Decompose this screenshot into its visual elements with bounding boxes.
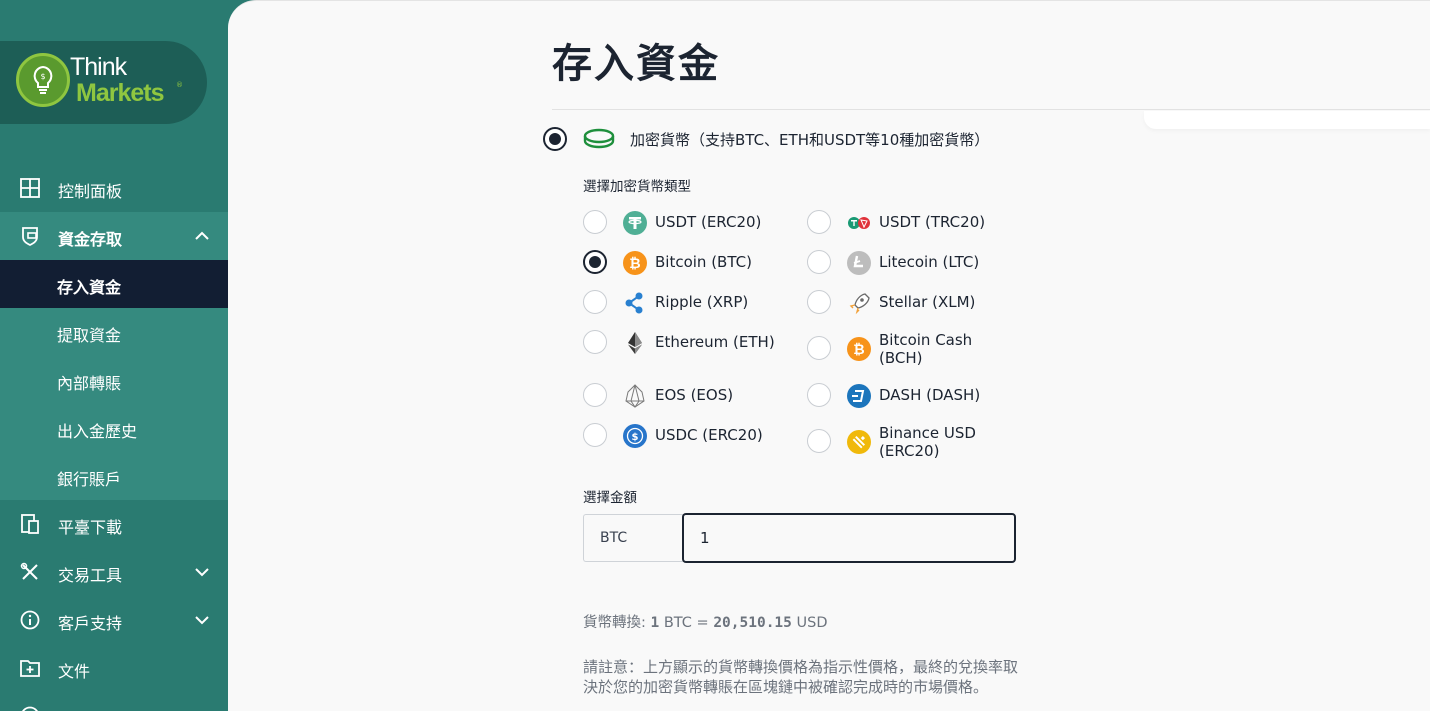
add-document-icon — [20, 660, 40, 677]
sidebar-item-trading-tools[interactable]: 交易工具 — [0, 548, 228, 596]
conversion-amount: 1 — [650, 615, 660, 631]
info-icon — [20, 610, 40, 630]
sidebar-item-logout[interactable]: 登出 — [0, 692, 228, 711]
tether-icon — [623, 211, 647, 235]
chevron-down-icon — [195, 568, 209, 577]
coin-name: USDC (ERC20) — [655, 426, 763, 444]
coin-name: DASH (DASH) — [879, 386, 981, 404]
coin-radio-ltc[interactable] — [807, 250, 831, 274]
logo-text-think: Think — [70, 53, 127, 81]
coin-radio-eos[interactable] — [583, 383, 607, 407]
bitcoin-icon: ₿ — [623, 251, 647, 275]
logo[interactable]: $ Think Markets ® — [0, 41, 207, 124]
wallet-shield-icon — [22, 227, 38, 246]
stellar-rocket-icon — [849, 293, 870, 315]
dash-icon — [847, 384, 871, 408]
usdc-icon: $ — [623, 424, 647, 448]
logo-reg-mark: ® — [176, 81, 183, 89]
sidebar: $ Think Markets ® 控制面板 資金存取 存入資金 提取資金 內部… — [0, 0, 228, 711]
coin-radio-btc[interactable] — [583, 250, 607, 274]
sidebar-item-deposit[interactable]: 存入資金 — [0, 260, 228, 308]
coin-name: Ethereum (ETH) — [655, 333, 775, 351]
dashboard-icon — [20, 178, 40, 198]
coin-name: Stellar (XLM) — [879, 293, 976, 311]
sidebar-item-funds[interactable]: 資金存取 — [0, 212, 228, 260]
sidebar-item-support[interactable]: 客戶支持 — [0, 596, 228, 644]
sidebar-item-label: 存入資金 — [57, 278, 122, 297]
sidebar-item-label: 客戶支持 — [58, 614, 123, 633]
sidebar-item-label: 控制面板 — [58, 182, 123, 201]
coin-radio-busd[interactable] — [807, 429, 831, 453]
sidebar-item-platform-download[interactable]: 平臺下載 — [0, 500, 228, 548]
coin-name: EOS (EOS) — [655, 386, 734, 404]
sidebar-item-label: 出入金歷史 — [57, 422, 138, 441]
tether-tron-icon — [848, 217, 870, 229]
conversion-prefix: 貨幣轉換: — [583, 615, 646, 631]
conversion-to-currency: USD — [796, 615, 828, 631]
card-edge — [1144, 111, 1430, 129]
conversion-line: 貨幣轉換: 1 BTC = 20,510.15 USD — [583, 611, 827, 632]
sidebar-item-label: 提取資金 — [57, 326, 122, 345]
ethereum-icon — [628, 332, 642, 354]
power-icon — [22, 706, 38, 711]
sidebar-item-label: 交易工具 — [58, 566, 123, 585]
conversion-equals: = — [696, 615, 709, 631]
crypto-method-radio[interactable] — [543, 127, 567, 151]
binance-usd-icon — [847, 430, 871, 454]
crypto-method-label: 加密貨幣（支持BTC、ETH和USDT等10種加密貨幣） — [630, 131, 990, 149]
sidebar-item-documents[interactable]: 文件 — [0, 644, 228, 692]
coin-name: USDT (ERC20) — [655, 213, 762, 231]
sidebar-item-internal-transfer[interactable]: 內部轉賬 — [0, 356, 228, 404]
bitcoin-cash-icon: ₿ — [847, 337, 871, 361]
tools-icon — [20, 562, 38, 580]
coin-radio-xrp[interactable] — [583, 290, 607, 314]
sidebar-item-label: 內部轉賬 — [57, 374, 122, 393]
conversion-value: 20,510.15 — [713, 615, 792, 631]
svg-text:$: $ — [40, 72, 45, 81]
chevron-down-icon — [195, 616, 209, 625]
coin-name: Bitcoin Cash (BCH) — [879, 331, 973, 367]
coin-radio-usdt-trc20[interactable] — [807, 210, 831, 234]
rate-disclaimer: 請註意：上方顯示的貨幣轉換價格為指示性價格，最終的兌換率取決於您的加密貨幣轉賬在… — [583, 658, 1019, 696]
coin-name: Bitcoin (BTC) — [655, 253, 752, 271]
sidebar-item-label: 銀行賬戶 — [57, 470, 122, 489]
sidebar-item-history[interactable]: 出入金歷史 — [0, 404, 228, 452]
currency-selector[interactable]: BTC — [583, 514, 685, 562]
sidebar-item-label: 登出 — [58, 706, 90, 711]
coin-name: Binance USD (ERC20) — [879, 424, 976, 460]
devices-icon — [21, 514, 39, 534]
lightbulb-icon: $ — [16, 53, 70, 107]
amount-label: 選擇金額 — [583, 490, 637, 506]
coin-radio-bch[interactable] — [807, 336, 831, 360]
divider — [552, 109, 1430, 110]
sidebar-item-bank-accounts[interactable]: 銀行賬戶 — [0, 452, 228, 500]
coin-radio-eth[interactable] — [583, 330, 607, 354]
coin-radio-usdt-erc20[interactable] — [583, 210, 607, 234]
litecoin-icon — [847, 251, 871, 275]
main-content: 存入資金 加密貨幣（支持BTC、ETH和USDT等10種加密貨幣） 選擇加密貨幣… — [228, 0, 1430, 711]
chevron-up-icon — [195, 231, 209, 240]
coin-radio-dash[interactable] — [807, 383, 831, 407]
sidebar-item-label: 資金存取 — [58, 230, 123, 249]
coin-radio-xlm[interactable] — [807, 290, 831, 314]
sidebar-item-withdraw[interactable]: 提取資金 — [0, 308, 228, 356]
sidebar-item-label: 文件 — [58, 662, 91, 681]
page-title: 存入資金 — [552, 41, 720, 87]
conversion-from-currency: BTC — [663, 615, 692, 631]
sidebar-item-dashboard[interactable]: 控制面板 — [0, 164, 228, 212]
svg-text:$: $ — [632, 432, 639, 443]
coin-name: Litecoin (LTC) — [879, 253, 980, 271]
eos-icon — [625, 384, 645, 408]
svg-text:₿: ₿ — [853, 342, 864, 358]
coin-name: USDT (TRC20) — [879, 213, 986, 231]
amount-input[interactable] — [682, 513, 1016, 563]
svg-text:₿: ₿ — [629, 256, 640, 272]
ripple-icon — [625, 292, 643, 314]
coin-name: Ripple (XRP) — [655, 293, 749, 311]
logo-text-markets: Markets — [76, 79, 164, 107]
sidebar-item-label: 平臺下載 — [58, 518, 123, 537]
coin-radio-usdc[interactable] — [583, 423, 607, 447]
coin-stack-icon — [583, 128, 615, 149]
coin-type-label: 選擇加密貨幣類型 — [583, 179, 691, 195]
